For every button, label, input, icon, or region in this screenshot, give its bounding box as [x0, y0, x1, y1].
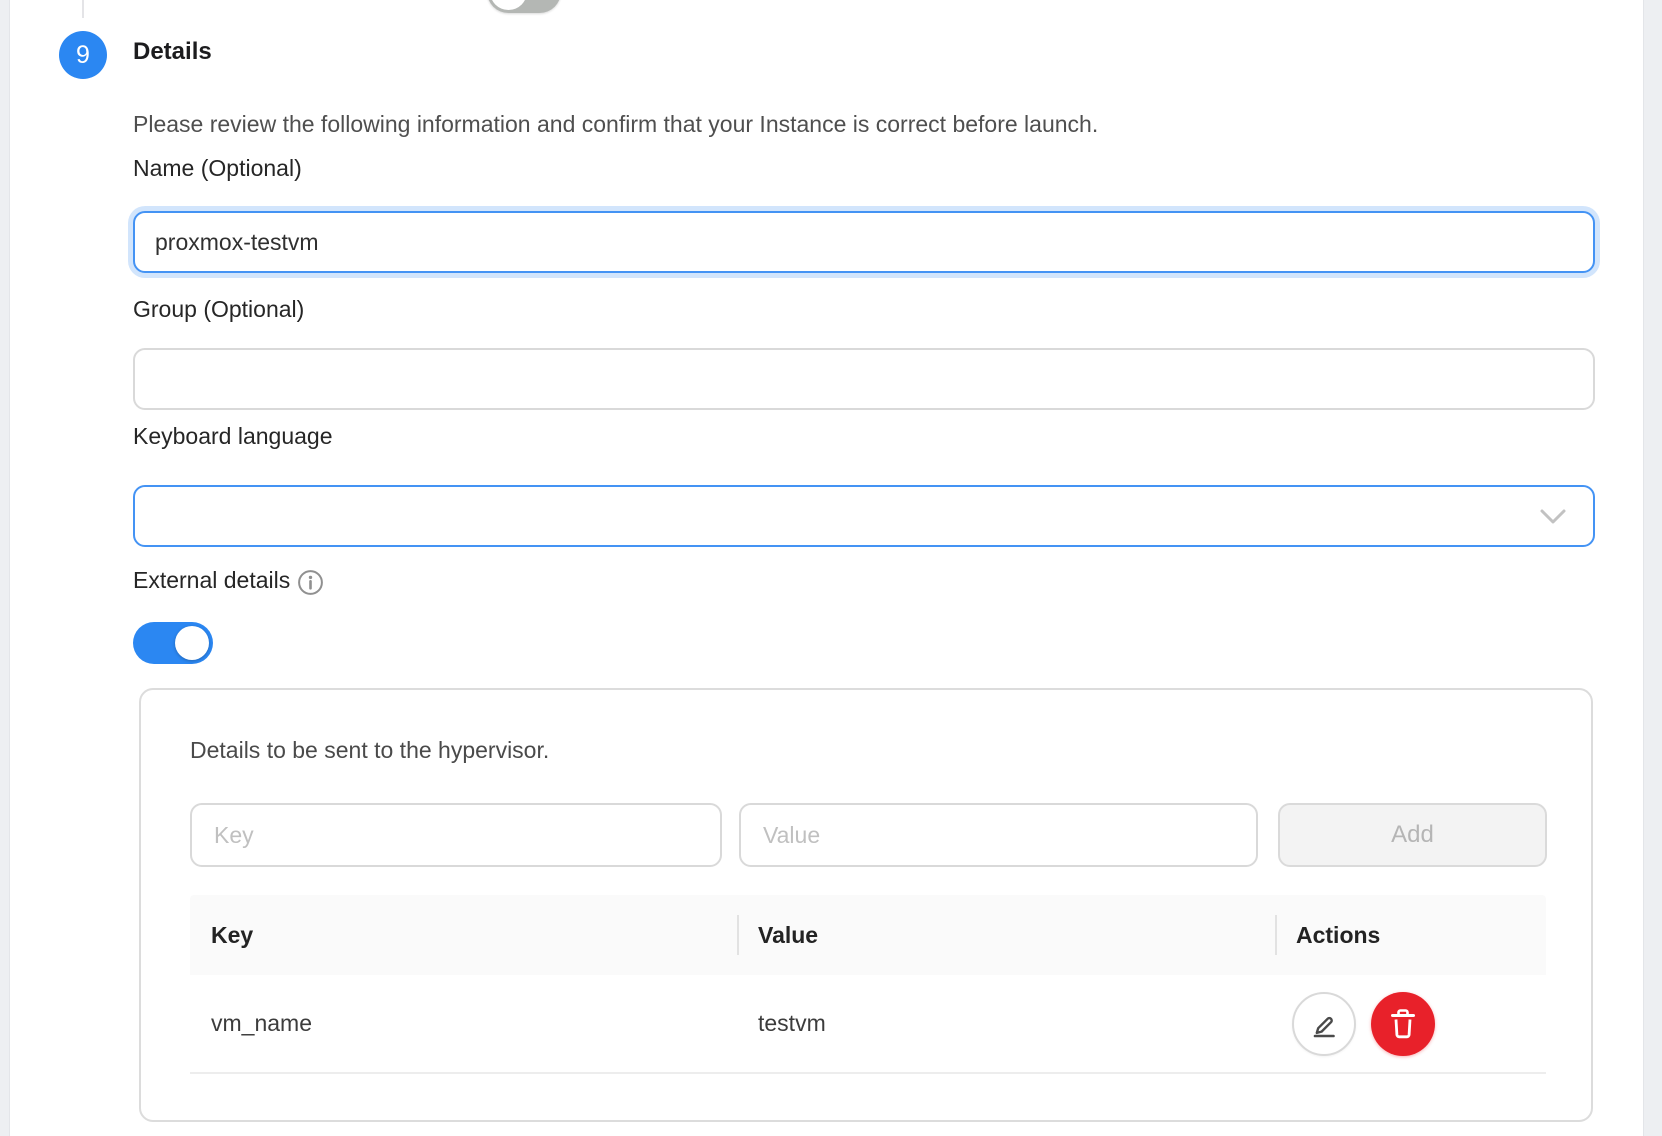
row-key-cell: vm_name [190, 1010, 737, 1037]
add-button[interactable]: Add [1278, 803, 1547, 867]
toggle-knob [175, 626, 209, 660]
details-table: Key Value Actions vm_name testvm [190, 895, 1546, 1074]
trash-icon [1387, 1007, 1419, 1041]
step-title: Details [133, 38, 212, 66]
header-separator [1275, 915, 1277, 955]
step-description: Please review the following information … [133, 111, 1098, 138]
header-separator [737, 915, 739, 955]
right-scroll-gutter[interactable] [1643, 0, 1662, 1136]
previous-step-toggle-clipped[interactable] [487, 0, 561, 13]
row-actions-cell [1275, 992, 1546, 1056]
left-page-gutter [0, 0, 10, 1136]
external-details-label: External details [133, 567, 290, 594]
table-row: vm_name testvm [190, 975, 1546, 1074]
name-input[interactable] [133, 211, 1595, 273]
edit-button[interactable] [1292, 992, 1356, 1056]
name-label: Name (Optional) [133, 155, 302, 182]
info-icon[interactable] [297, 569, 324, 596]
keyboard-language-select[interactable] [133, 485, 1595, 547]
step-number: 9 [76, 41, 90, 70]
step-number-badge: 9 [59, 31, 107, 79]
external-details-label-row: External details [133, 567, 324, 596]
delete-button[interactable] [1371, 992, 1435, 1056]
table-header-row: Key Value Actions [190, 895, 1546, 975]
header-actions: Actions [1275, 922, 1546, 949]
group-label: Group (Optional) [133, 296, 304, 323]
external-details-panel: Details to be sent to the hypervisor. Ad… [139, 688, 1593, 1122]
group-input[interactable] [133, 348, 1595, 410]
add-button-label: Add [1391, 821, 1434, 849]
header-value: Value [737, 922, 1275, 949]
header-key: Key [190, 922, 737, 949]
external-details-toggle[interactable] [133, 622, 213, 664]
row-value-cell: testvm [737, 1010, 1275, 1037]
toggle-knob [490, 0, 527, 10]
hypervisor-description: Details to be sent to the hypervisor. [190, 737, 549, 764]
key-input[interactable] [190, 803, 722, 867]
step-connector-line [82, 0, 84, 18]
edit-pencil-icon [1308, 1008, 1340, 1040]
value-input[interactable] [739, 803, 1258, 867]
chevron-down-icon [1539, 506, 1567, 528]
keyboard-language-label: Keyboard language [133, 423, 333, 450]
